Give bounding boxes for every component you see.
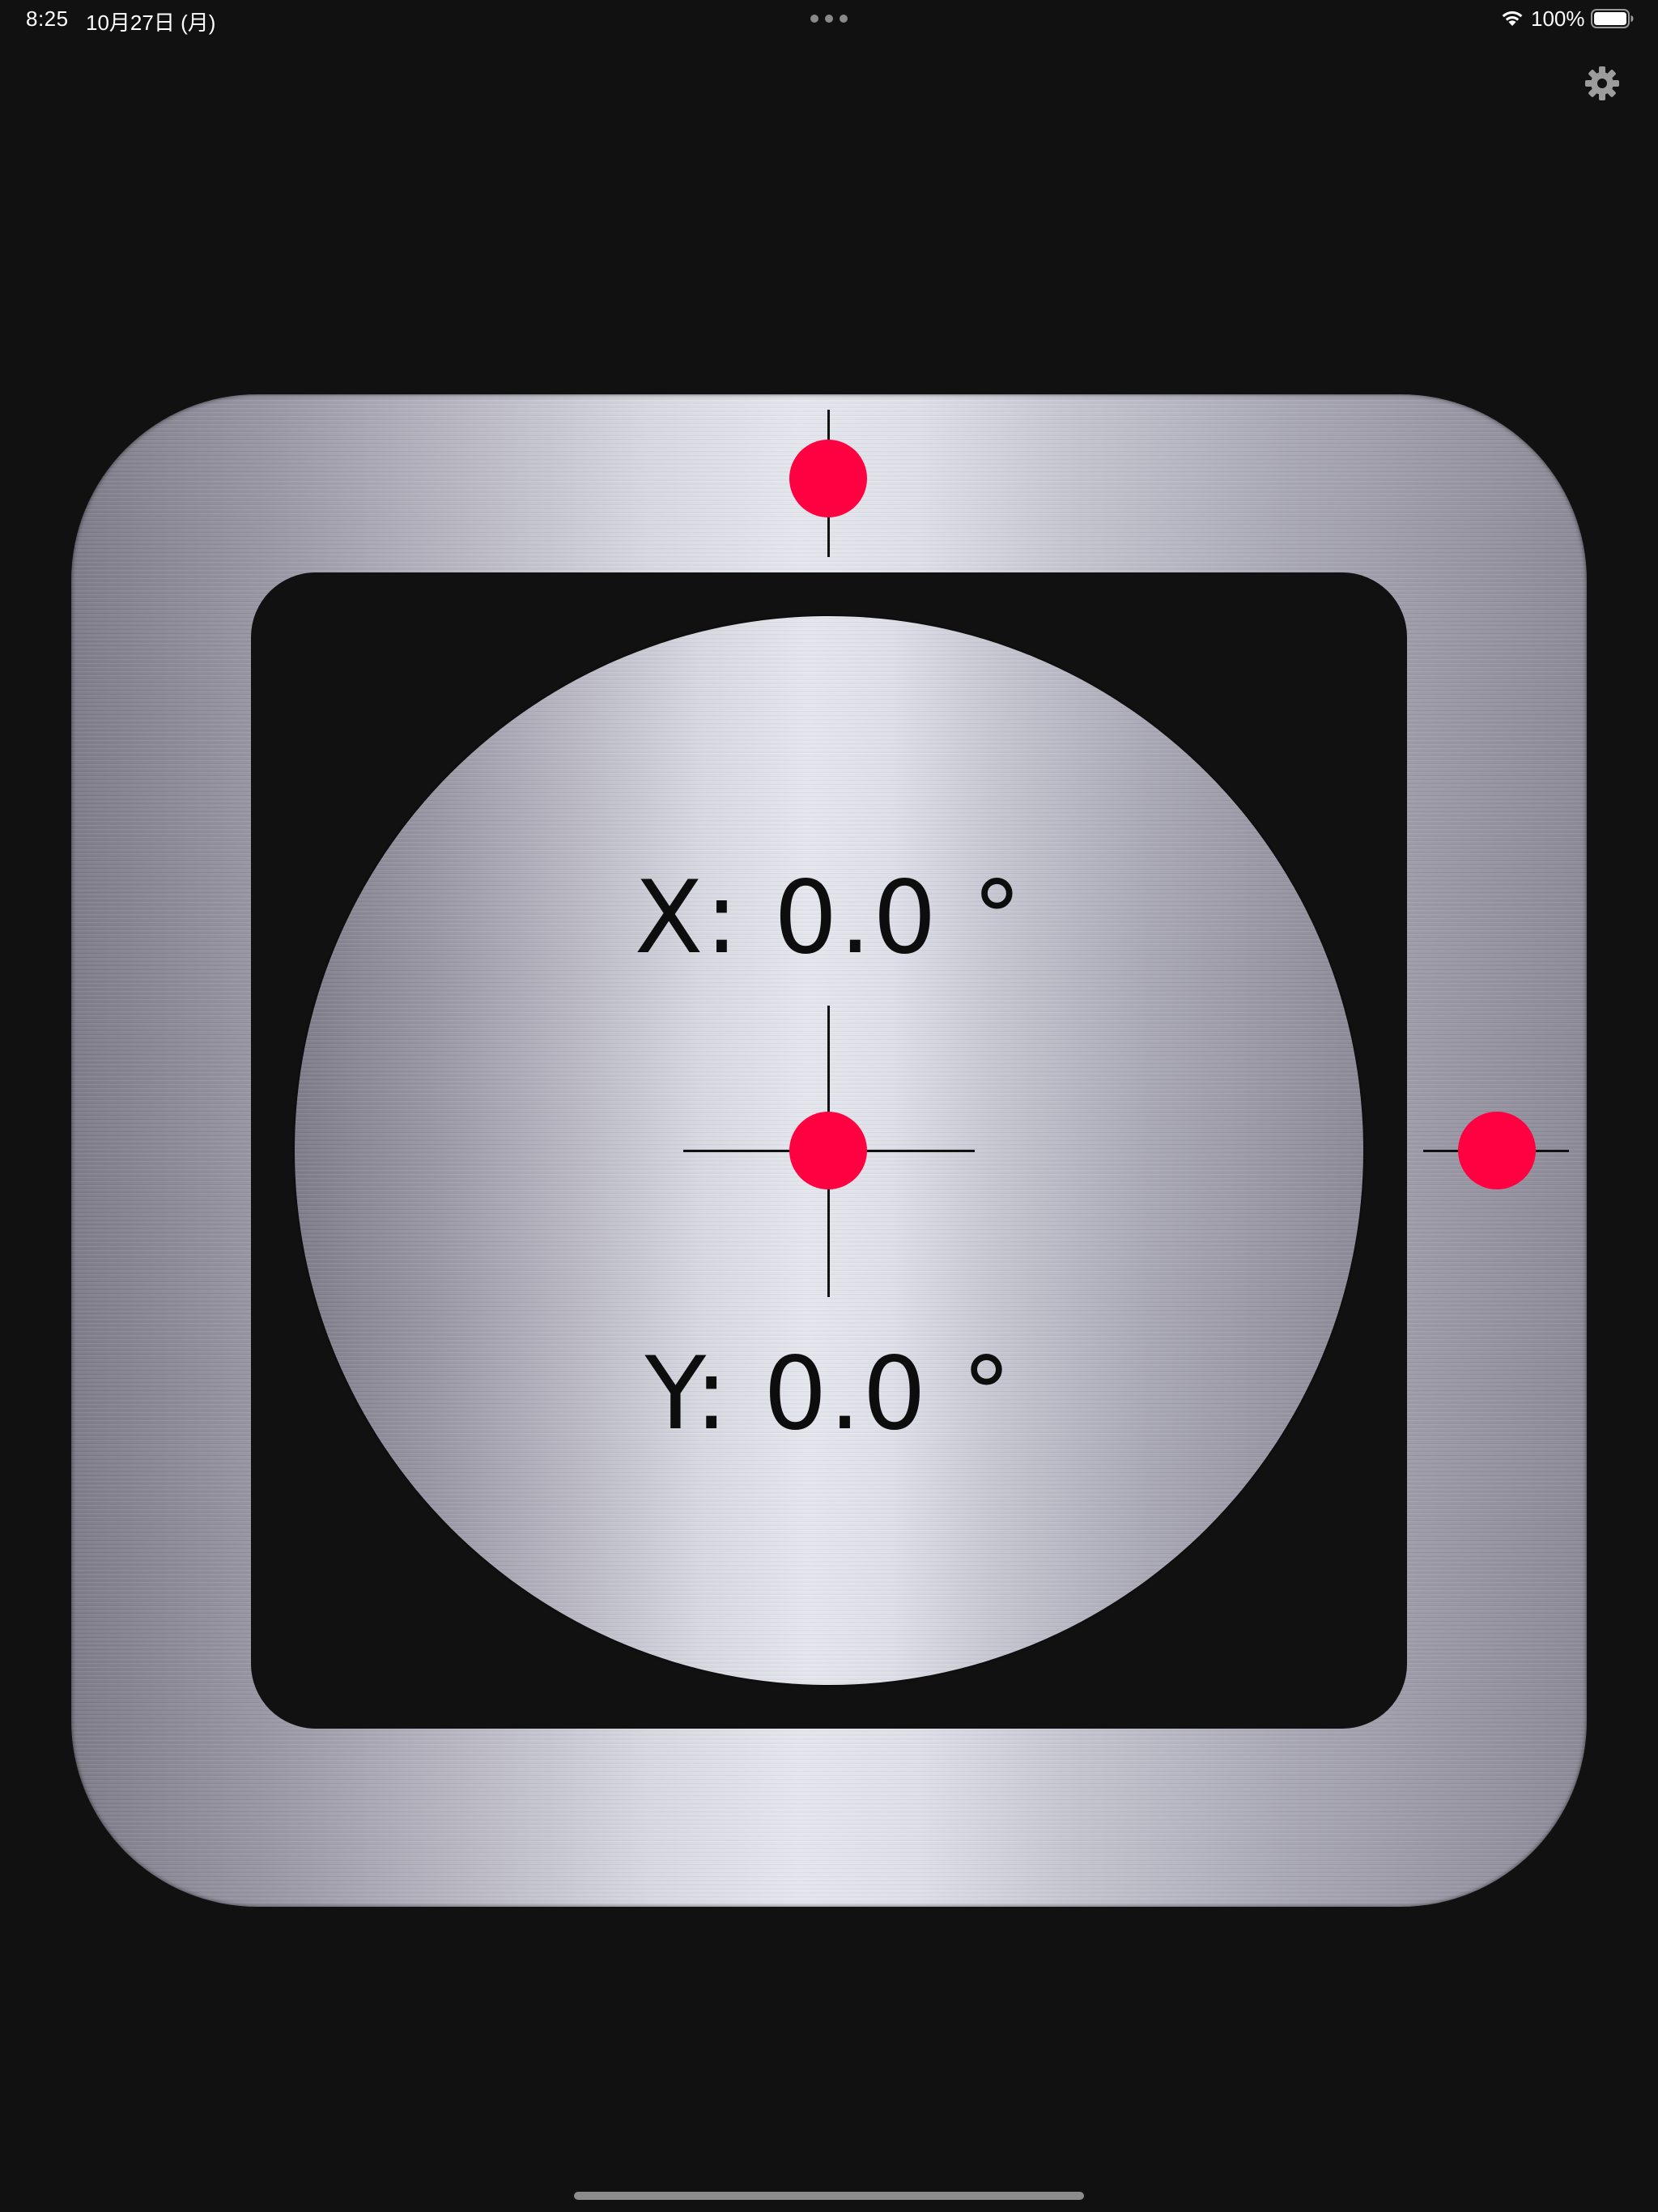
x-angle-readout: X: 0.0 ° xyxy=(634,860,1024,976)
battery-percentage: 100% xyxy=(1531,6,1585,31)
home-indicator[interactable] xyxy=(574,2192,1084,2200)
battery-full-icon xyxy=(1591,9,1634,28)
status-time: 8:25 xyxy=(26,6,69,31)
dot-icon xyxy=(840,15,848,23)
top-bubble xyxy=(789,440,867,517)
settings-button[interactable] xyxy=(1584,65,1621,102)
dot-icon xyxy=(810,15,818,23)
multitasking-dots-icon[interactable] xyxy=(810,15,848,23)
wifi-icon xyxy=(1502,11,1523,26)
center-bubble xyxy=(789,1112,867,1189)
dot-icon xyxy=(825,15,833,23)
right-bubble xyxy=(1458,1112,1536,1189)
status-date: 10月27日 (月) xyxy=(86,11,216,35)
level-app-screen: 8:25 10月27日 (月) 100% X: 0.0 ° Y: 0.0 ° xyxy=(0,0,1658,2212)
y-angle-readout: Y: 0.0 ° xyxy=(644,1336,1014,1453)
